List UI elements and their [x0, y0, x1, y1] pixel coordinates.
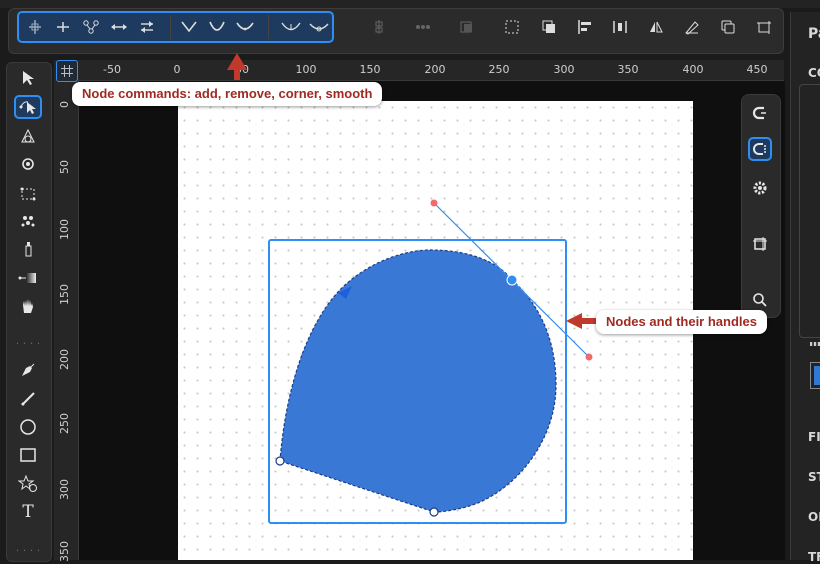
snap-toggle-icon[interactable] [748, 101, 772, 125]
snap-settings-gear-icon[interactable] [748, 176, 772, 200]
snap-advanced-icon[interactable] [748, 137, 772, 161]
snap-controls-panel [741, 94, 781, 318]
node-handle-end[interactable] [585, 353, 593, 361]
panel-label: TF [808, 550, 820, 564]
page-fit-icon[interactable] [748, 232, 772, 256]
search-icon[interactable] [748, 288, 772, 312]
panel-label: OF [808, 510, 820, 524]
path-node[interactable] [275, 456, 285, 466]
panel-label: ST [808, 470, 820, 484]
node-handle-end[interactable] [430, 199, 438, 207]
panel-label: CO [808, 66, 820, 80]
path-node[interactable] [429, 507, 439, 517]
checker-strip [810, 342, 820, 346]
color-swatch[interactable] [810, 362, 820, 389]
panel-title: Pa [808, 26, 820, 42]
callout-arrow-up-icon [227, 53, 247, 80]
blue-path-shape[interactable] [279, 249, 557, 513]
properties-panel: Pa CO FI ST OF TF [790, 12, 820, 564]
selected-node[interactable] [506, 274, 518, 286]
callout-arrow-left-icon [566, 313, 596, 329]
color-picker-box[interactable] [799, 84, 820, 338]
callout-nodes-handles: Nodes and their handles [596, 310, 767, 334]
callout-node-commands: Node commands: add, remove, corner, smoo… [72, 82, 383, 106]
panel-label: FI [808, 430, 820, 444]
